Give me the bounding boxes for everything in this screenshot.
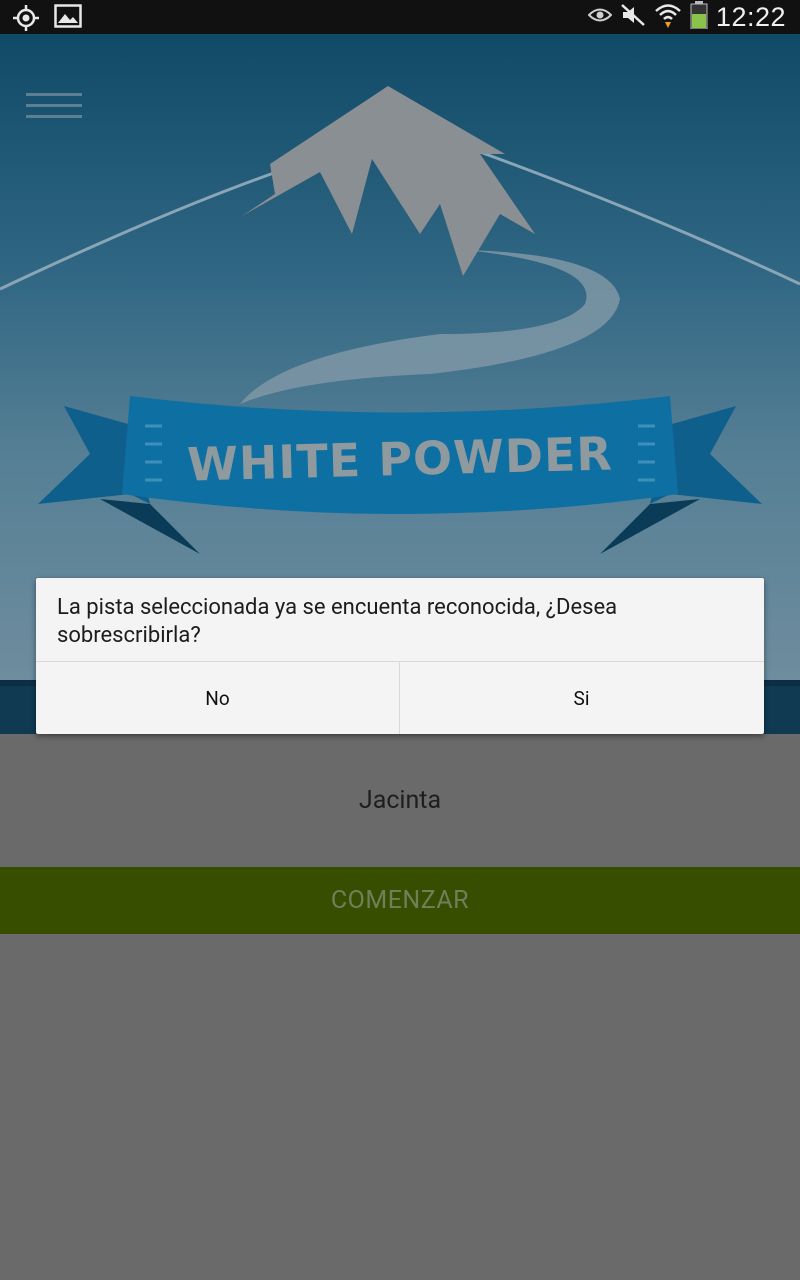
eye-icon bbox=[587, 7, 613, 27]
no-button[interactable]: No bbox=[36, 662, 399, 734]
gps-icon bbox=[12, 4, 40, 36]
status-time: 12:22 bbox=[715, 1, 786, 32]
confirm-dialog: La pista seleccionada ya se encuenta rec… bbox=[36, 578, 764, 734]
image-icon bbox=[54, 4, 82, 36]
main-content bbox=[0, 734, 800, 1280]
dialog-message: La pista seleccionada ya se encuenta rec… bbox=[57, 595, 618, 648]
track-name: Jacinta bbox=[358, 786, 442, 815]
status-bar: 12:22 bbox=[0, 0, 800, 34]
wifi-icon bbox=[654, 2, 682, 32]
battery-icon bbox=[690, 1, 708, 33]
mute-icon bbox=[620, 3, 646, 31]
start-button[interactable]: COMENZAR bbox=[0, 867, 800, 934]
yes-button[interactable]: Si bbox=[400, 662, 763, 734]
hamburger-menu-icon[interactable] bbox=[26, 92, 84, 122]
